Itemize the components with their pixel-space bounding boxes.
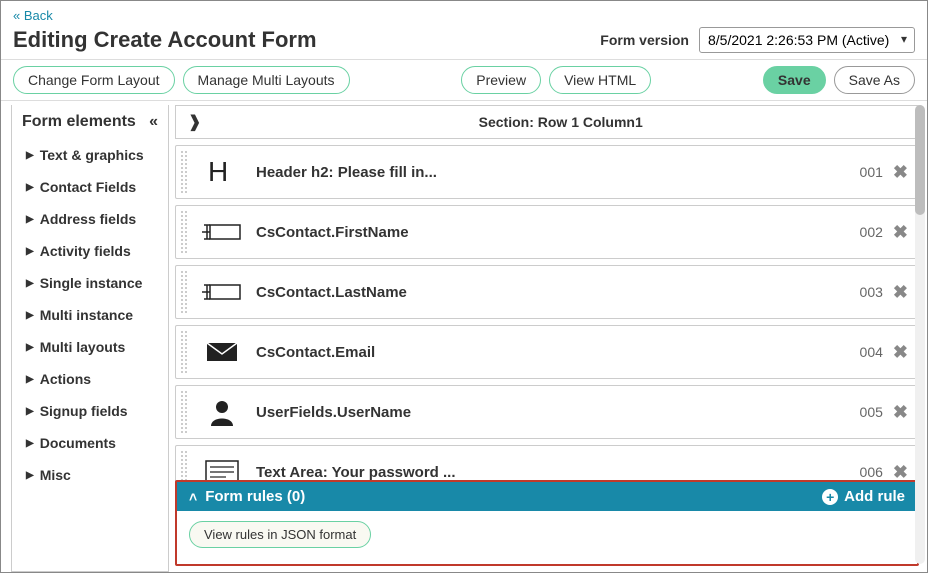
sidebar-item[interactable]: ▶ Multi instance <box>12 299 168 331</box>
section-collapse-icon[interactable]: ❱ <box>188 112 201 132</box>
sidebar-item[interactable]: ▶ Misc <box>12 459 168 491</box>
sidebar-collapse-icon[interactable]: « <box>149 113 158 131</box>
form-field-row[interactable]: CsContact.FirstName002 ✖ <box>175 205 921 259</box>
delete-field-icon[interactable]: ✖ <box>893 162 908 183</box>
sidebar-item-label: Text & graphics <box>40 147 144 163</box>
chevron-right-icon: ▶ <box>26 214 34 225</box>
sidebar-item[interactable]: ▶ Address fields <box>12 203 168 235</box>
field-label: UserFields.UserName <box>256 404 860 421</box>
field-number: 001 <box>860 164 883 180</box>
svg-text:H: H <box>208 157 228 187</box>
form-field-row[interactable]: H Header h2: Please fill in...001 ✖ <box>175 145 921 199</box>
form-rules-panel: ˄ Form rules (0) + Add rule View rules i… <box>175 480 919 566</box>
textbox-icon <box>202 276 242 308</box>
sidebar-item-label: Misc <box>40 467 71 483</box>
field-label: Header h2: Please fill in... <box>256 164 860 181</box>
preview-button[interactable]: Preview <box>461 66 541 94</box>
page-title: Editing Create Account Form <box>13 27 317 53</box>
rules-collapse-icon[interactable]: ˄ <box>189 489 197 505</box>
chevron-right-icon: ▶ <box>26 246 34 257</box>
sidebar-item[interactable]: ▶ Documents <box>12 427 168 459</box>
sidebar-item[interactable]: ▶ Actions <box>12 363 168 395</box>
sidebar-item[interactable]: ▶ Text & graphics <box>12 139 168 171</box>
sidebar-item[interactable]: ▶ Multi layouts <box>12 331 168 363</box>
field-number: 004 <box>860 344 883 360</box>
form-rules-title: Form rules (0) <box>205 488 305 505</box>
chevron-right-icon: ▶ <box>26 438 34 449</box>
form-field-row[interactable]: CsContact.LastName003 ✖ <box>175 265 921 319</box>
field-label: CsContact.LastName <box>256 284 860 301</box>
scrollbar-track[interactable] <box>915 105 925 564</box>
email-icon <box>202 336 242 368</box>
sidebar-item[interactable]: ▶ Single instance <box>12 267 168 299</box>
sidebar-item[interactable]: ▶ Signup fields <box>12 395 168 427</box>
add-rule-label: Add rule <box>844 488 905 505</box>
field-label: Text Area: Your password ... <box>256 464 860 481</box>
chevron-right-icon: ▶ <box>26 470 34 481</box>
field-number: 006 <box>860 464 883 480</box>
view-rules-json-button[interactable]: View rules in JSON format <box>189 521 371 548</box>
delete-field-icon[interactable]: ✖ <box>893 402 908 423</box>
change-form-layout-button[interactable]: Change Form Layout <box>13 66 175 94</box>
save-button[interactable]: Save <box>763 66 826 94</box>
textbox-icon <box>202 216 242 248</box>
view-html-button[interactable]: View HTML <box>549 66 651 94</box>
sidebar-item-label: Activity fields <box>40 243 131 259</box>
field-number: 005 <box>860 404 883 420</box>
sidebar-item-label: Single instance <box>40 275 143 291</box>
sidebar-title: Form elements <box>22 113 136 131</box>
field-label: CsContact.FirstName <box>256 224 860 241</box>
form-elements-sidebar: Form elements « ▶ Text & graphics ▶ Contact… <box>11 105 169 572</box>
sidebar-item-label: Contact Fields <box>40 179 136 195</box>
sidebar-item-label: Multi layouts <box>40 339 126 355</box>
sidebar-item-label: Documents <box>40 435 116 451</box>
sidebar-item-label: Multi instance <box>40 307 133 323</box>
form-field-row[interactable]: CsContact.Email004 ✖ <box>175 325 921 379</box>
chevron-right-icon: ▶ <box>26 406 34 417</box>
sidebar-item[interactable]: ▶ Contact Fields <box>12 171 168 203</box>
sidebar-item-label: Actions <box>40 371 91 387</box>
chevron-right-icon: ▶ <box>26 374 34 385</box>
header-icon: H <box>202 156 242 188</box>
section-title: Section: Row 1 Column1 <box>213 114 908 130</box>
chevron-right-icon: ▶ <box>26 278 34 289</box>
plus-icon: + <box>822 489 838 505</box>
chevron-right-icon: ▶ <box>26 310 34 321</box>
form-field-row[interactable]: UserFields.UserName005 ✖ <box>175 385 921 439</box>
form-version-select[interactable]: 8/5/2021 2:26:53 PM (Active) <box>699 27 915 53</box>
user-icon <box>202 396 242 428</box>
sidebar-item[interactable]: ▶ Activity fields <box>12 235 168 267</box>
delete-field-icon[interactable]: ✖ <box>893 282 908 303</box>
sidebar-item-label: Address fields <box>40 211 136 227</box>
toolbar: Change Form Layout Manage Multi Layouts … <box>1 59 927 101</box>
field-number: 003 <box>860 284 883 300</box>
field-number: 002 <box>860 224 883 240</box>
scrollbar-thumb[interactable] <box>915 105 925 215</box>
chevron-right-icon: ▶ <box>26 342 34 353</box>
delete-field-icon[interactable]: ✖ <box>893 222 908 243</box>
section-header: ❱ Section: Row 1 Column1 <box>175 105 921 139</box>
delete-field-icon[interactable]: ✖ <box>893 342 908 363</box>
chevron-right-icon: ▶ <box>26 150 34 161</box>
manage-multi-layouts-button[interactable]: Manage Multi Layouts <box>183 66 350 94</box>
form-version-label: Form version <box>600 32 689 48</box>
sidebar-item-label: Signup fields <box>40 403 128 419</box>
back-link[interactable]: « Back <box>13 8 53 23</box>
add-rule-button[interactable]: + Add rule <box>822 488 905 505</box>
field-label: CsContact.Email <box>256 344 860 361</box>
chevron-right-icon: ▶ <box>26 182 34 193</box>
save-as-button[interactable]: Save As <box>834 66 915 94</box>
